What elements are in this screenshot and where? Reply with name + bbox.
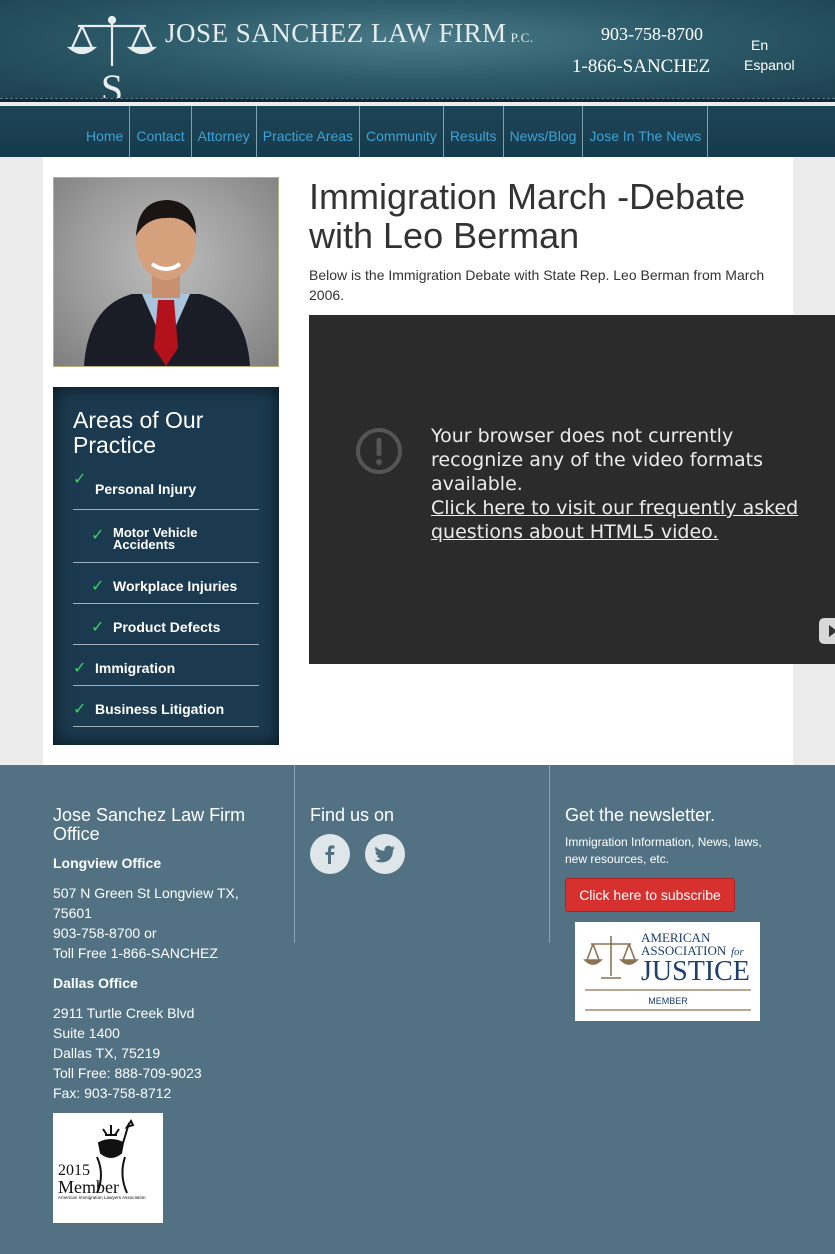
nav-item-attorney[interactable]: Attorney [192, 106, 257, 157]
practice-item-business-litigation[interactable]: ✓ Business Litigation [73, 686, 259, 727]
longview-zip: 75601 [53, 905, 92, 921]
nav-item-practice-areas[interactable]: Practice Areas [257, 106, 361, 157]
checkmark-icon: ✓ [91, 578, 105, 595]
site-header: S JOSE SANCHEZ LAW FIRM P.C. 903-758-8700… [0, 0, 835, 106]
longview-toll-free[interactable]: Toll Free 1-866-SANCHEZ [53, 943, 218, 963]
practice-areas-list: ✓ Personal Injury ✓ Motor Vehicle Accide… [73, 469, 259, 727]
practice-item-label: Product Defects [113, 619, 221, 635]
dallas-address-line: 2911 Turtle Creek Blvd [53, 1005, 195, 1021]
ailma-member-badge: 2015 Member American Immigration Lawyers… [53, 1113, 163, 1223]
subscribe-button[interactable]: Click here to subscribe [565, 878, 735, 912]
attorney-photo-illustration [84, 200, 250, 366]
checkmark-icon: ✓ [91, 527, 105, 544]
language-english-link[interactable]: En [751, 37, 768, 53]
find-us-heading: Find us on [310, 805, 395, 825]
twitter-link[interactable] [365, 834, 405, 874]
practice-item-label: Workplace Injuries [113, 578, 238, 594]
main-navigation: Home Contact Attorney Practice Areas Com… [0, 106, 835, 157]
footer-divider [549, 765, 550, 943]
html5-video-faq-link[interactable]: Click here to visit our frequently asked… [431, 496, 821, 544]
svg-text:MEMBER: MEMBER [648, 996, 688, 1006]
practice-item-label: Personal Injury [95, 481, 197, 497]
newsletter-heading: Get the newsletter. [565, 805, 716, 825]
dallas-toll-free[interactable]: Toll Free: 888-709-9023 [53, 1063, 202, 1083]
nav-item-contact[interactable]: Contact [130, 106, 192, 157]
checkmark-icon: ✓ [73, 701, 87, 718]
nav-item-news-blog[interactable]: News/Blog [504, 106, 584, 157]
practice-areas-panel: Areas of Our Practice ✓ Personal Injury … [53, 387, 279, 745]
intro-text: Below is the Immigration Debate with Sta… [309, 267, 765, 303]
dallas-city: Dallas TX, 75219 [53, 1045, 161, 1061]
exclamation-circle-icon [356, 428, 402, 474]
page-title: Immigration March -Debate with Leo Berma… [309, 176, 746, 256]
practice-item-label: Business Litigation [95, 701, 225, 717]
aaj-logo: AMERICAN ASSOCIATION for JUSTICE MEMBER [583, 930, 751, 1011]
newsletter-description: Immigration Information, News, laws, new… [565, 835, 762, 866]
longview-address-line: 507 N Green St Longview TX, [53, 885, 239, 901]
attorney-portrait [53, 177, 279, 367]
practice-item-product-defects[interactable]: ✓ Product Defects [73, 604, 259, 645]
dallas-office-title: Dallas Office [53, 975, 138, 991]
practice-item-workplace-injuries[interactable]: ✓ Workplace Injuries [73, 563, 259, 604]
practice-item-label: Motor Vehicle Accidents [113, 525, 198, 552]
twitter-icon [374, 845, 395, 863]
firm-name-text: JOSE SANCHEZ LAW FIRM [165, 18, 507, 48]
practice-item-personal-injury[interactable]: ✓ Personal Injury [73, 469, 259, 510]
video-message-text: Your browser does not currently recogniz… [431, 425, 764, 495]
aaj-member-badge: AMERICAN ASSOCIATION for JUSTICE MEMBER [575, 922, 760, 1021]
firm-suffix: P.C. [510, 30, 534, 45]
phone-local[interactable]: 903-758-8700 [601, 24, 703, 45]
practice-item-label: Immigration [95, 660, 176, 676]
dallas-fax: Fax: 903-758-8712 [53, 1085, 172, 1101]
video-player[interactable]: Your browser does not currently recogniz… [309, 315, 835, 664]
svg-text:S: S [101, 66, 123, 106]
nav-item-home[interactable]: Home [80, 106, 131, 157]
facebook-link[interactable] [310, 834, 350, 874]
firm-name[interactable]: JOSE SANCHEZ LAW FIRM P.C. [165, 18, 534, 49]
svg-text:JUSTICE: JUSTICE [641, 956, 750, 987]
facebook-icon [325, 845, 335, 864]
practice-item-motor-vehicle-accidents[interactable]: ✓ Motor Vehicle Accidents [73, 510, 259, 563]
main-content: Areas of Our Practice ✓ Personal Injury … [43, 157, 835, 765]
office-heading: Jose Sanchez Law Firm Office [53, 805, 246, 844]
dallas-suite: Suite 1400 [53, 1025, 120, 1041]
language-spanish-link[interactable]: Espanol [744, 57, 795, 73]
checkmark-icon: ✓ [73, 660, 87, 677]
phone-toll-free[interactable]: 1-866-SANCHEZ [572, 56, 710, 78]
svg-text:American Immigration Lawyers A: American Immigration Lawyers Association [58, 1195, 146, 1200]
footer-divider [294, 765, 295, 943]
video-play-button[interactable] [819, 618, 835, 644]
scales-of-justice-logo-icon[interactable]: S [66, 14, 158, 106]
practice-item-immigration[interactable]: ✓ Immigration [73, 645, 259, 686]
nav-item-results[interactable]: Results [444, 106, 504, 157]
video-unsupported-message: Your browser does not currently recogniz… [431, 424, 821, 544]
longview-phone[interactable]: 903-758-8700 or [53, 923, 157, 943]
scales-icon [583, 936, 639, 979]
nav-item-community[interactable]: Community [360, 106, 444, 157]
nav-item-jose-in-the-news[interactable]: Jose In The News [583, 106, 709, 157]
checkmark-icon: ✓ [91, 619, 105, 636]
practice-areas-title: Areas of Our Practice [73, 407, 204, 458]
site-footer: Jose Sanchez Law Firm Office Longview Of… [0, 765, 835, 1254]
longview-office-title: Longview Office [53, 855, 162, 871]
svg-text:Member: Member [58, 1177, 119, 1197]
checkmark-icon: ✓ [73, 471, 87, 488]
statue-of-liberty-icon: 2015 Member American Immigration Lawyers… [58, 1119, 146, 1200]
